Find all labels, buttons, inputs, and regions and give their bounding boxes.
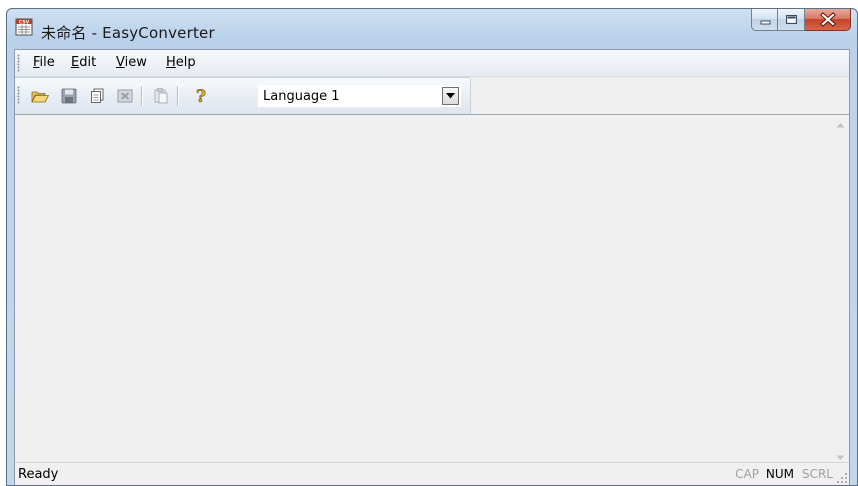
svg-text:?: ? xyxy=(196,87,206,106)
resize-grip-icon[interactable] xyxy=(836,472,848,484)
menu-bar: File Edit View Help xyxy=(15,50,849,77)
title-bar[interactable]: CSV 未命名 - EasyConverter xyxy=(7,9,857,49)
minimize-button[interactable] xyxy=(751,9,778,31)
toolbar-separator xyxy=(141,86,143,106)
maximize-button[interactable] xyxy=(778,9,805,31)
svg-text:CSV: CSV xyxy=(19,19,30,25)
client-area: File Edit View Help ? Language 1 Ready C… xyxy=(14,49,850,485)
status-text: Ready xyxy=(18,467,59,482)
status-bar: Ready CAP NUM SCRL xyxy=(15,462,849,485)
open-folder-icon[interactable] xyxy=(30,86,50,106)
save-disk-icon[interactable] xyxy=(59,86,79,106)
menu-help[interactable]: Help xyxy=(166,55,196,70)
maximize-icon xyxy=(786,15,797,24)
scrl-indicator: SCRL xyxy=(801,467,833,481)
window-title: 未命名 - EasyConverter xyxy=(41,24,215,42)
num-indicator: NUM xyxy=(765,467,794,481)
scroll-down-icon[interactable] xyxy=(836,455,845,461)
delete-icon[interactable] xyxy=(115,86,135,106)
csv-app-icon[interactable]: CSV xyxy=(15,18,33,36)
document-view[interactable] xyxy=(15,114,849,467)
cap-indicator: CAP xyxy=(735,467,759,481)
paste-icon[interactable] xyxy=(151,86,171,106)
language-select-value: Language 1 xyxy=(263,89,340,104)
minimize-icon xyxy=(760,20,771,25)
menubar-grip[interactable] xyxy=(17,54,20,72)
language-dropdown-button[interactable] xyxy=(442,87,459,105)
language-select[interactable]: Language 1 xyxy=(258,85,461,107)
menu-edit[interactable]: Edit xyxy=(71,55,96,70)
app-window: CSV 未命名 - EasyConverter File Edit View H… xyxy=(6,8,858,486)
copy-pages-icon[interactable] xyxy=(87,86,107,106)
vertical-scrollbar[interactable] xyxy=(832,115,849,467)
close-icon xyxy=(820,12,836,27)
scroll-up-icon[interactable] xyxy=(836,122,845,128)
toolbar-separator xyxy=(177,86,179,106)
caption-buttons xyxy=(751,9,851,33)
help-question-icon[interactable]: ? xyxy=(191,86,211,108)
toolbar: ? Language 1 xyxy=(15,77,471,115)
close-button[interactable] xyxy=(805,9,851,31)
menu-file[interactable]: File xyxy=(33,55,55,70)
toolbar-grip[interactable] xyxy=(17,86,20,104)
menu-view[interactable]: View xyxy=(116,55,147,70)
chevron-down-icon xyxy=(446,93,455,99)
